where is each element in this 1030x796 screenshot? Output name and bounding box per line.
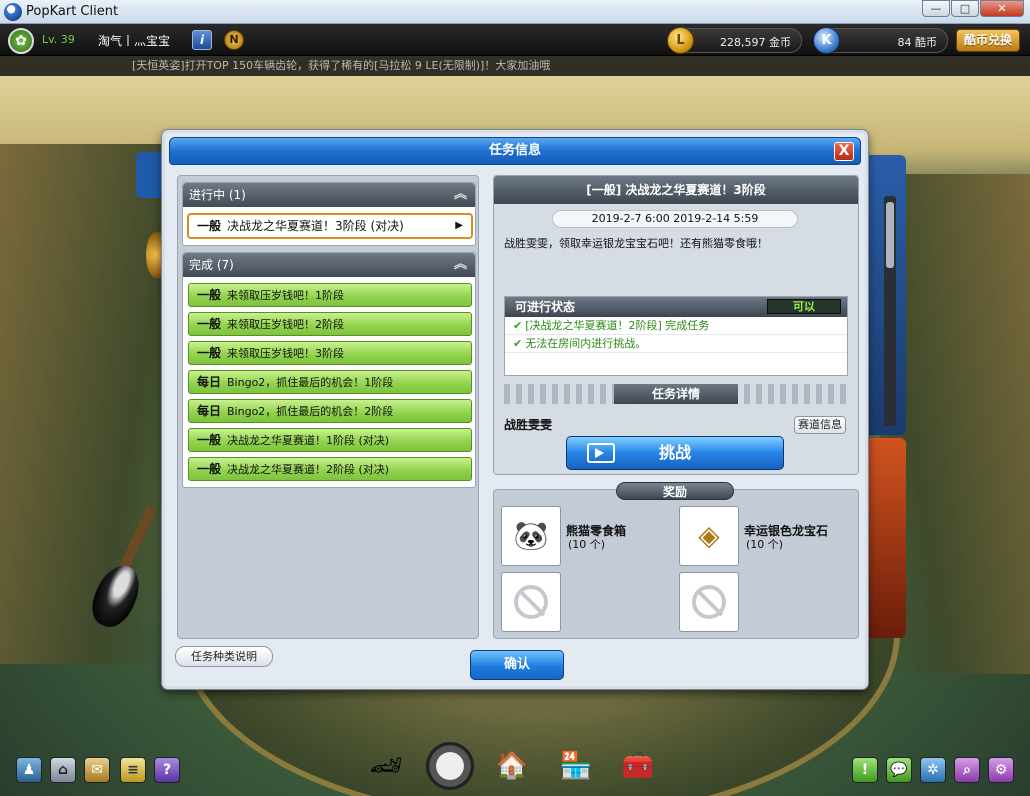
mailbox-icon[interactable]: ✉ [84, 757, 110, 783]
section-divider: 任务详情 [504, 384, 848, 404]
close-window-button[interactable]: ✕ [980, 0, 1024, 17]
quest-item-completed[interactable]: 每日 Bingo2，抓住最后的机会！2阶段 [188, 399, 472, 423]
quest-description: 战胜雯雯，领取幸运银龙宝宝石吧！还有熊猫零食哦！ [504, 237, 768, 250]
in-progress-section: 进行中 (1) ︽ 一般 决战龙之华夏赛道！3阶段 (对决) ▶ [182, 182, 476, 246]
notes-icon[interactable]: ≡ [120, 757, 146, 783]
app-icon [4, 3, 22, 21]
confirm-button[interactable]: 确认 [470, 650, 564, 680]
quest-item-completed[interactable]: 一般 决战龙之华夏赛道！1阶段 (对决) [188, 428, 472, 452]
empty-slot-icon [514, 585, 548, 619]
panda-snack-box-icon: 🐼 [513, 519, 549, 552]
kart-garage-icon[interactable]: 🏎 [362, 742, 410, 790]
quest-item-completed[interactable]: 一般 来领取压岁钱吧！2阶段 [188, 312, 472, 336]
reward-header: 奖励 [616, 482, 734, 500]
completed-section: 完成 (7) ︽ 一般 来领取压岁钱吧！1阶段 一般 来领取压岁钱吧！2阶段 一般来… [182, 252, 476, 488]
coin-amount: 228,597 金币 [720, 36, 791, 49]
empty-reward-slot [679, 572, 739, 632]
quest-detail-panel: [一般] 决战龙之华夏赛道！3阶段 2019-2-7 6:00 2019-2-1… [493, 175, 859, 475]
minimize-button[interactable]: — [922, 0, 950, 17]
announcement-ticker: [天恒英姿]打开TOP 150车辆齿轮，获得了稀有的[马拉松 9 LE(无限制)… [0, 56, 1030, 76]
help-icon[interactable]: ? [154, 757, 180, 783]
empty-reward-slot [501, 572, 561, 632]
state-condition: ✔ 无法在房间内进行挑战。 [505, 335, 847, 353]
collapse-chevron-icon[interactable]: ︽ [454, 253, 467, 277]
player-avatar-icon[interactable]: ✿ [8, 28, 34, 54]
toolbox-icon[interactable]: 🧰 [614, 742, 662, 790]
window-title: PopKart Client [26, 4, 119, 19]
right-scrollbar[interactable] [884, 196, 896, 426]
quest-item-completed[interactable]: 一般 来领取压岁钱吧！1阶段 [188, 283, 472, 307]
quest-detail-title: [一般] 决战龙之华夏赛道！3阶段 [494, 176, 858, 204]
quest-item-completed[interactable]: 一般 决战龙之华夏赛道！2阶段 (对决) [188, 457, 472, 481]
garage-icon[interactable]: 🏠 [488, 742, 536, 790]
reward-qty: (10 个) [746, 538, 784, 551]
reward-panel: 奖励 🐼 熊猫零食箱 (10 个) ◈ 幸运银色龙宝石 (10 个) [493, 482, 859, 639]
reward-slot[interactable]: ◈ [679, 506, 739, 566]
player-level: Lv. 39 [42, 33, 75, 46]
quest-dialog: 任务信息 X 进行中 (1) ︽ 一般 决战龙之华夏赛道！3阶段 (对决) ▶ 完… [162, 130, 868, 689]
state-badge: 可以 [767, 299, 841, 314]
hint-icon[interactable]: ! [852, 757, 878, 783]
enter-icon [587, 443, 615, 463]
reward-slot[interactable]: 🐼 [501, 506, 561, 566]
completed-header[interactable]: 完成 (7) ︽ [183, 253, 475, 277]
reward-qty: (10 个) [568, 538, 606, 551]
in-progress-header[interactable]: 进行中 (1) ︽ [183, 183, 475, 207]
arrow-right-icon: ▶ [455, 220, 463, 231]
settings-icon[interactable]: ✲ [920, 757, 946, 783]
quest-type-help-button[interactable]: 任务种类说明 [175, 646, 273, 667]
empty-slot-icon [692, 585, 726, 619]
shop-icon[interactable]: 🏪 [552, 742, 600, 790]
kcoin-icon: K [813, 27, 840, 54]
check-icon: ✔ [513, 337, 523, 350]
window-titlebar: PopKart Client — □ ✕ [0, 0, 1030, 24]
quest-item-active[interactable]: 一般 决战龙之华夏赛道！3阶段 (对决) ▶ [187, 213, 473, 239]
search-icon[interactable]: ⌕ [954, 757, 980, 783]
collapse-chevron-icon[interactable]: ︽ [454, 183, 467, 207]
home-icon[interactable]: ⌂ [50, 757, 76, 783]
quest-objective: 战胜雯雯 [504, 418, 553, 432]
chat-icon[interactable]: 💬 [886, 757, 912, 783]
track-info-button[interactable]: 赛道信息 [794, 416, 846, 434]
quest-state-box: 可进行状态 可以 ✔ [决战龙之华夏赛道！2阶段] 完成任务 ✔ 无法在房间内进行挑… [504, 296, 848, 376]
notice-badge-icon[interactable]: N [224, 30, 244, 50]
check-icon: ✔ [513, 319, 523, 332]
quest-list-panel: 进行中 (1) ︽ 一般 决战龙之华夏赛道！3阶段 (对决) ▶ 完成 (7) ︽… [177, 175, 479, 639]
silver-dragon-gem-icon: ◈ [698, 519, 720, 552]
quest-date-range: 2019-2-7 6:00 2019-2-14 5:59 [552, 210, 798, 228]
coin-balance: L 228,597 金币 [667, 27, 802, 54]
quest-item-completed[interactable]: 每日 Bingo2，抓住最后的机会！1阶段 [188, 370, 472, 394]
player-topbar: ✿ Lv. 39 淘气丨灬宝宝 i N L 228,597 金币 K 84 酷币… [0, 24, 1030, 56]
user-icon[interactable]: ♟ [16, 757, 42, 783]
coin-icon: L [667, 27, 694, 54]
state-condition: ✔ [决战龙之华夏赛道！2阶段] 完成任务 [505, 317, 847, 335]
quest-item-completed[interactable]: 一般 来领取压岁钱吧！3阶段 [188, 341, 472, 365]
challenge-button[interactable]: 挑战 [566, 436, 784, 470]
player-name: 淘气丨灬宝宝 [98, 34, 171, 48]
options-icon[interactable]: ⚙ [988, 757, 1014, 783]
dialog-titlebar: 任务信息 X [169, 137, 861, 165]
dialog-title: 任务信息 [488, 143, 541, 158]
quest-detail-section-label: 任务详情 [614, 384, 738, 404]
speedometer-icon[interactable] [426, 742, 474, 790]
player-info-button[interactable]: i [192, 30, 212, 50]
dialog-close-button[interactable]: X [834, 142, 854, 161]
right-side-card[interactable] [868, 438, 906, 638]
state-header: 可进行状态 可以 [505, 297, 847, 317]
maximize-button[interactable]: □ [951, 0, 979, 17]
kcoin-exchange-button[interactable]: 酷币兑换 [956, 29, 1020, 52]
kcoin-balance: K 84 酷币 [813, 27, 948, 54]
kcoin-amount: 84 酷币 [897, 36, 938, 49]
